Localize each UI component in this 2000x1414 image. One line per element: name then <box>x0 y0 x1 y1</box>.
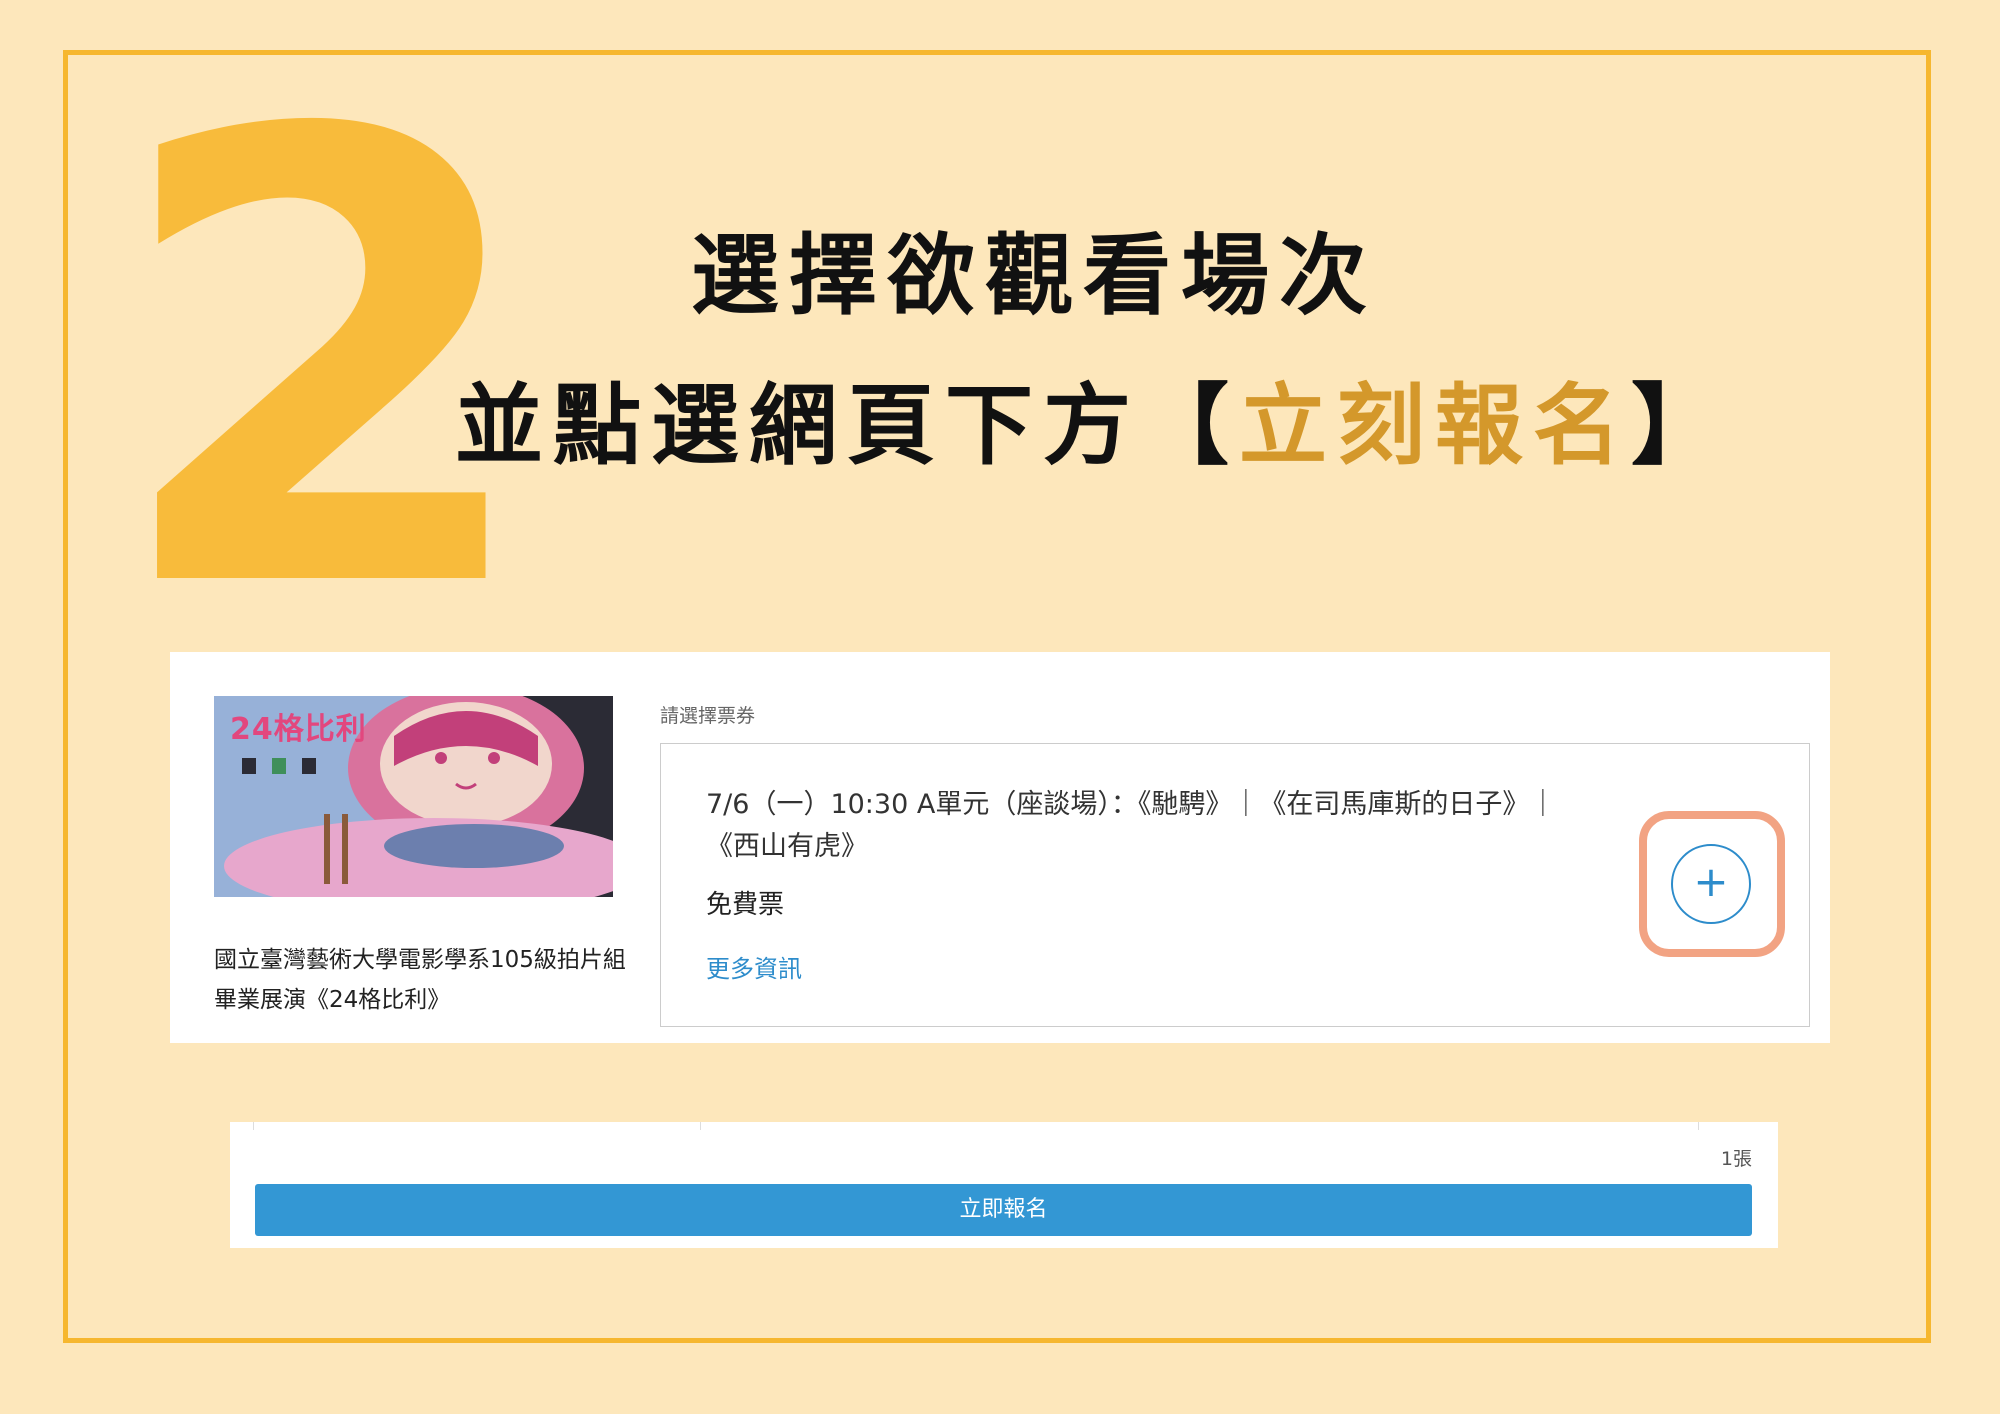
bracket-open: 【 <box>1141 374 1240 477</box>
ticket-type: 免費票 <box>706 890 785 920</box>
register-button[interactable]: 立即報名 <box>255 1184 1752 1236</box>
instruction-line-2-prefix: 並點選網頁下方 <box>455 374 1142 477</box>
ticket-name: 7/6（一）10:30 A單元（座談場）：《馳騁》｜《在司馬庫斯的日子》｜《西山… <box>706 789 1557 862</box>
ticket-count: 1張 <box>1720 1148 1752 1170</box>
divider <box>1698 1122 1699 1130</box>
ticket-selection-panel: 24格比利 國立臺灣藝術大學電影學系105級拍片組畢業展演《24格比利》 請選擇… <box>170 652 1830 1043</box>
register-panel: 1張 立即報名 <box>230 1122 1778 1248</box>
bracket-close: 】 <box>1631 374 1730 477</box>
poster-title: 24格比利 <box>230 712 367 747</box>
event-poster-image: 24格比利 <box>214 696 613 897</box>
divider <box>700 1122 701 1130</box>
instruction-highlight: 立刻報名 <box>1239 374 1632 477</box>
divider <box>253 1122 254 1130</box>
instruction-line-1: 選擇欲觀看場次 <box>690 224 1377 327</box>
ticket-select-label: 請選擇票券 <box>660 705 756 727</box>
more-info-link[interactable]: 更多資訊 <box>706 949 802 984</box>
event-title: 國立臺灣藝術大學電影學系105級拍片組畢業展演《24格比利》 <box>214 947 626 1013</box>
add-ticket-button[interactable]: + <box>1671 844 1751 924</box>
instruction-line-2: 並點選網頁下方【立刻報名】 <box>455 355 1729 482</box>
ticket-option-card: 7/6（一）10:30 A單元（座談場）：《馳騁》｜《在司馬庫斯的日子》｜《西山… <box>660 743 1810 1027</box>
